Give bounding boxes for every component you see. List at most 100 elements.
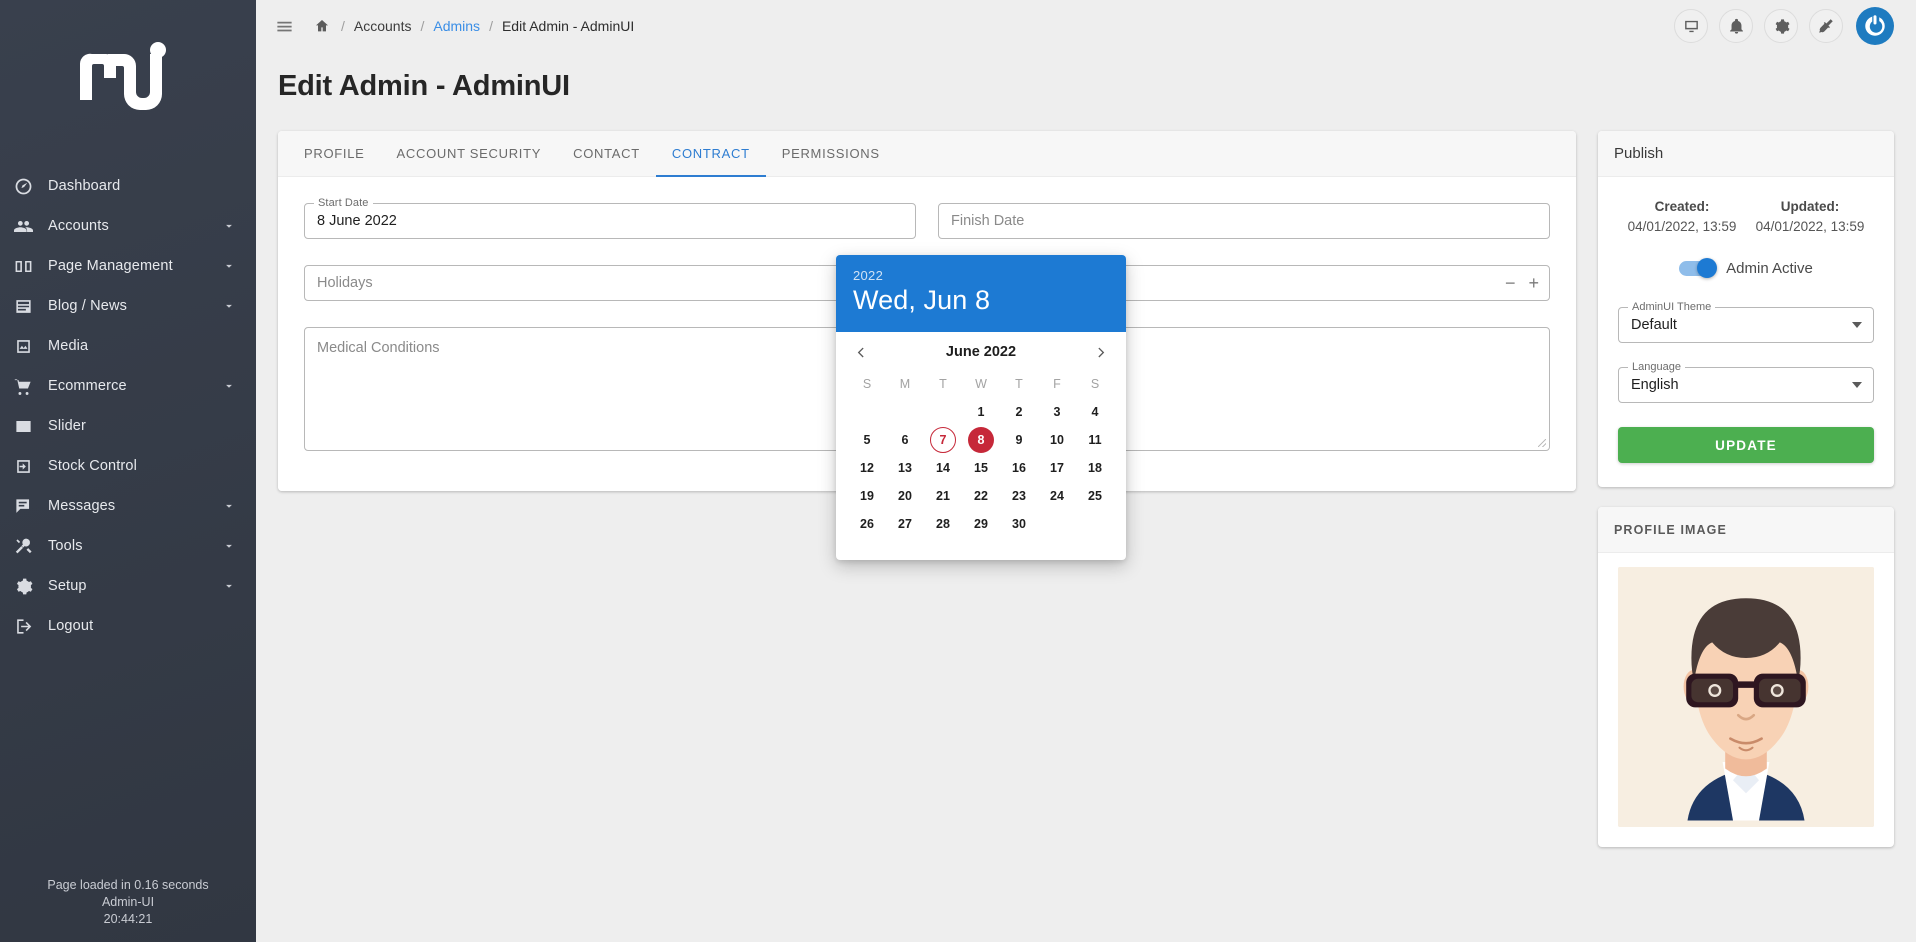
date-cell[interactable]: 2 [1000,398,1038,426]
bell-icon[interactable] [1719,9,1753,43]
chevron-down-icon[interactable] [222,499,238,513]
date-picker-headline[interactable]: Wed, Jun 8 [853,285,1109,316]
textarea-resize-handle[interactable] [1536,437,1547,448]
update-button[interactable]: UPDATE [1618,427,1874,463]
date-cell[interactable]: 19 [848,482,886,510]
date-cell[interactable]: 29 [962,510,1000,538]
gear-icon[interactable] [1764,9,1798,43]
date-cell[interactable]: 5 [848,426,886,454]
tab-permissions[interactable]: PERMISSIONS [766,131,896,176]
topbar: / Accounts / Admins / Edit Admin - Admin… [256,0,1916,52]
chevron-right-icon[interactable] [1093,345,1108,360]
monitor-icon[interactable] [1674,9,1708,43]
broom-icon[interactable] [1809,9,1843,43]
date-cell[interactable]: 23 [1000,482,1038,510]
date-cell[interactable]: 17 [1038,454,1076,482]
sidebar-item-logout[interactable]: Logout [0,606,256,646]
date-cell[interactable]: 4 [1076,398,1114,426]
tab-contract[interactable]: CONTRACT [655,131,766,177]
date-picker-week: 12 13 14 15 16 17 18 [848,454,1114,482]
date-cell[interactable]: 21 [924,482,962,510]
date-cell[interactable]: 1 [962,398,1000,426]
start-date-field[interactable]: Start Date 8 June 2022 [304,197,916,239]
tab-bar: PROFILE ACCOUNT SECURITY CONTACT CONTRAC… [278,131,1576,177]
chevron-down-icon[interactable] [222,539,238,553]
gravatar-power-icon[interactable] [1856,7,1894,45]
sidebar-item-messages[interactable]: Messages [0,486,256,526]
decrement-button[interactable]: − [1505,274,1516,292]
admin-active-toggle[interactable] [1679,258,1718,278]
chevron-left-icon[interactable] [854,345,869,360]
finish-date-field[interactable]: Finish Date [938,203,1550,239]
date-cell[interactable]: 26 [848,510,886,538]
sidebar-item-setup[interactable]: Setup [0,566,256,606]
sidebar-item-blog-news[interactable]: Blog / News [0,286,256,326]
finish-date-placeholder: Finish Date [951,213,1025,229]
sidebar-item-media[interactable]: Media [0,326,256,366]
chevron-down-icon[interactable] [222,259,238,273]
date-cell[interactable]: 11 [1076,426,1114,454]
date-picker-week: 5 6 7 8 9 10 11 [848,426,1114,454]
updated-value: 04/01/2022, 13:59 [1755,219,1865,234]
date-cell-label: 18 [1088,461,1102,475]
date-picker-month-label[interactable]: June 2022 [946,344,1016,360]
date-cell-label: 30 [1012,517,1026,531]
tab-profile[interactable]: PROFILE [288,131,381,176]
sidebar-item-label: Ecommerce [48,378,127,394]
tab-contact[interactable]: CONTACT [557,131,656,176]
sidebar-item-tools[interactable]: Tools [0,526,256,566]
timestamps: Created: 04/01/2022, 13:59 Updated: 04/0… [1618,199,1874,234]
sidebar-item-dashboard[interactable]: Dashboard [0,166,256,206]
date-cell[interactable]: 20 [886,482,924,510]
date-cell-label: 25 [1088,489,1102,503]
language-select[interactable]: Language English [1618,361,1874,403]
avatar[interactable] [1618,567,1874,827]
increment-button[interactable]: + [1528,274,1539,292]
date-cell[interactable]: 12 [848,454,886,482]
date-cell[interactable]: 6 [886,426,924,454]
date-cell[interactable]: 16 [1000,454,1038,482]
chevron-down-icon[interactable] [222,379,238,393]
date-cell[interactable]: 22 [962,482,1000,510]
date-cell[interactable]: 7 [924,426,962,454]
date-cell-empty [1076,510,1114,538]
chevron-down-icon[interactable] [222,219,238,233]
date-cell[interactable]: 14 [924,454,962,482]
date-cell-label: 12 [860,461,874,475]
date-cell[interactable]: 15 [962,454,1000,482]
date-cell[interactable]: 25 [1076,482,1114,510]
date-picker-nav: June 2022 [836,332,1126,366]
adminui-theme-select[interactable]: AdminUI Theme Default [1618,301,1874,343]
date-picker-year[interactable]: 2022 [853,268,1109,283]
date-cell-label: 9 [1015,433,1023,447]
home-icon[interactable] [312,18,332,34]
sidebar-item-page-management[interactable]: Page Management [0,246,256,286]
sidebar-item-ecommerce[interactable]: Ecommerce [0,366,256,406]
date-picker-popup[interactable]: 2022 Wed, Jun 8 June 2022 SMTWTFS 123456… [836,255,1126,560]
sidebar-item-slider[interactable]: Slider [0,406,256,446]
breadcrumb-item-admins[interactable]: Admins [433,18,480,34]
date-cell[interactable]: 24 [1038,482,1076,510]
date-cell[interactable]: 13 [886,454,924,482]
app-logo[interactable] [0,0,256,160]
chevron-down-icon[interactable] [222,299,238,313]
breadcrumb-item-accounts[interactable]: Accounts [354,18,412,34]
sidebar-item-label: Blog / News [48,298,128,314]
chevron-down-icon[interactable] [222,579,238,593]
date-cell[interactable]: 3 [1038,398,1076,426]
date-cell[interactable]: 10 [1038,426,1076,454]
date-cell[interactable]: 8 [962,426,1000,454]
sidebar-item-stock-control[interactable]: Stock Control [0,446,256,486]
date-cell[interactable]: 30 [1000,510,1038,538]
hamburger-icon[interactable] [264,6,304,46]
date-cell[interactable]: 9 [1000,426,1038,454]
date-cell[interactable]: 28 [924,510,962,538]
tab-account-security[interactable]: ACCOUNT SECURITY [381,131,558,176]
date-cell[interactable]: 27 [886,510,924,538]
date-cell-label: 28 [936,517,950,531]
sidebar-item-label: Messages [48,498,116,514]
sidebar-item-accounts[interactable]: Accounts [0,206,256,246]
app-name: Admin-UI [101,895,155,909]
date-cell[interactable]: 18 [1076,454,1114,482]
weekday-initial: F [1053,377,1061,391]
